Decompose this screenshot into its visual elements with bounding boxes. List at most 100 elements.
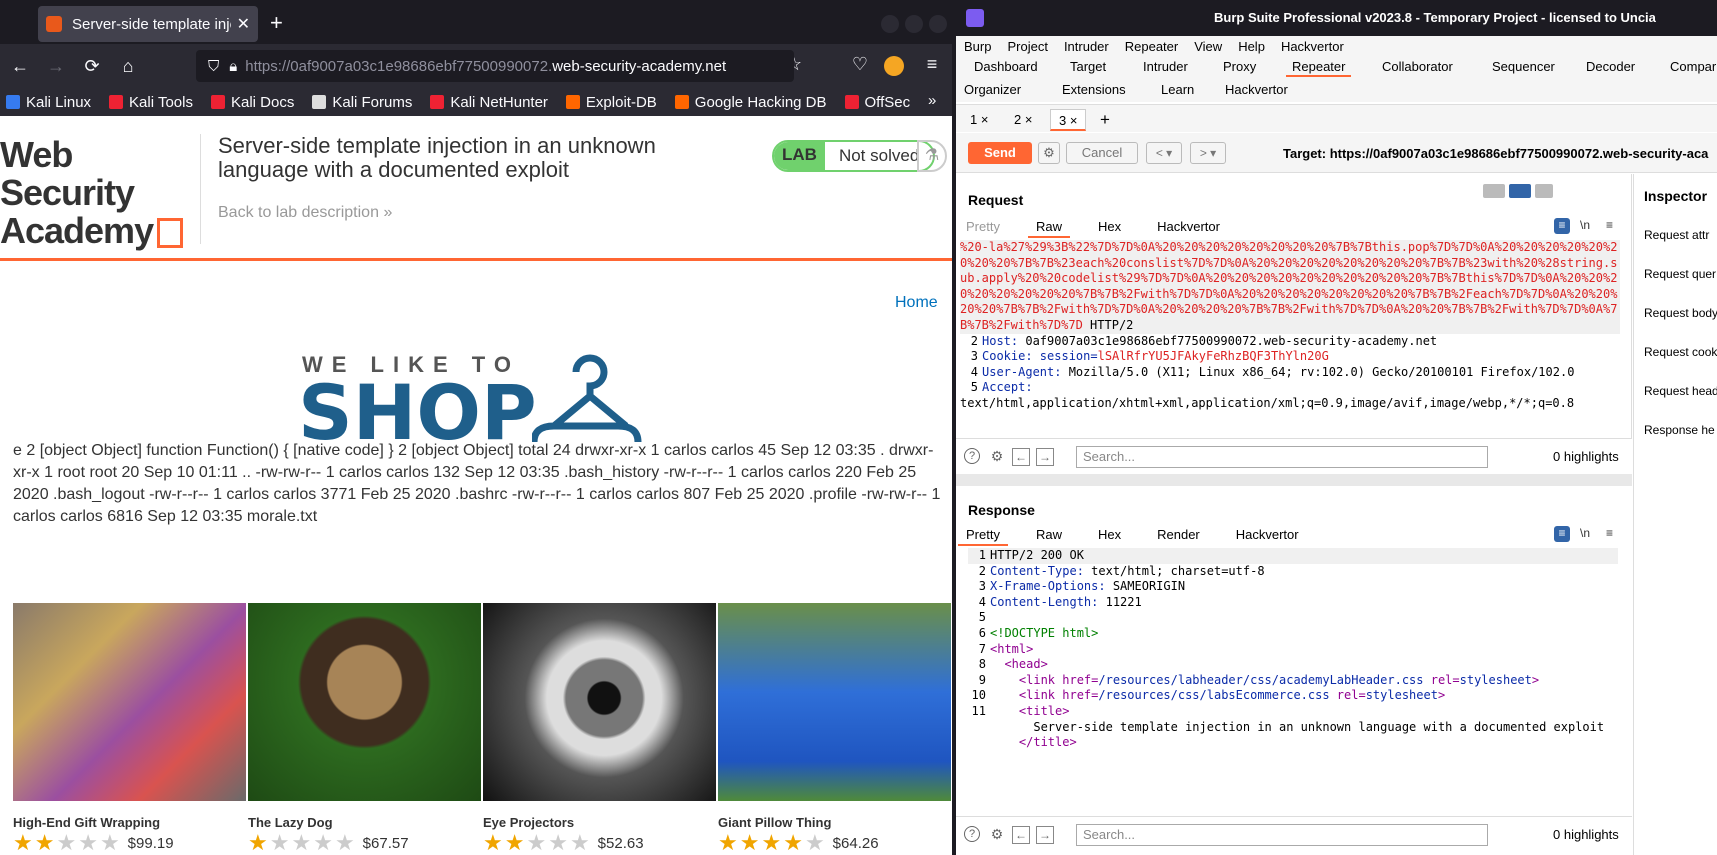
pocket-icon[interactable]: ♡ [842,54,878,75]
resp-tab-pretty[interactable]: Pretty [958,527,1008,546]
product-card[interactable]: The Lazy Dog ★★★★★ $67.57 [248,603,481,854]
history-back-icon[interactable]: < ▾ [1146,142,1182,164]
menu-repeater[interactable]: Repeater [1125,39,1178,54]
previous-match-icon[interactable]: ← [1012,448,1030,466]
product-card[interactable]: Eye Projectors ★★★★★ $52.63 [483,603,716,854]
url-bar[interactable]: ⛉ 🔒︎ https://0af9007a03c1e98686ebf775009… [196,50,794,82]
pane-splitter[interactable] [956,474,1632,486]
menu-project[interactable]: Project [1007,39,1047,54]
web-security-academy-logo[interactable]: Web Security Academy [0,136,200,250]
resp-tab-raw[interactable]: Raw [1036,527,1062,542]
tab-sequencer[interactable]: Sequencer [1486,59,1561,74]
tab-repeater[interactable]: Repeater [1286,59,1352,77]
more-bookmarks-icon[interactable]: » [928,92,936,109]
next-match-icon[interactable]: → [1036,826,1054,844]
home-link[interactable]: Home [895,294,938,312]
tab-hackvertor[interactable]: Hackvertor [1219,82,1294,97]
req-tab-raw[interactable]: Raw [1027,219,1071,238]
menu-burp[interactable]: Burp [964,39,991,54]
inspector-request-attributes[interactable]: Request attr [1644,228,1709,242]
repeater-tab-1[interactable]: 1 × [962,109,996,131]
back-icon[interactable]: ← [2,56,38,77]
bookmark-kali-nethunter[interactable]: Kali NetHunter [430,94,548,111]
req-tab-hex[interactable]: Hex [1098,219,1121,234]
product-image[interactable] [248,603,481,801]
inspector-response-headers[interactable]: Response he [1644,423,1715,437]
menu-intruder[interactable]: Intruder [1064,39,1109,54]
bookmark-kali-forums[interactable]: Kali Forums [312,94,412,111]
previous-match-icon[interactable]: ← [1012,826,1030,844]
tab-learn[interactable]: Learn [1155,82,1200,97]
add-tab-icon[interactable]: + [1092,109,1118,131]
repeater-tab-3[interactable]: 3 × [1050,109,1087,131]
more-options-icon[interactable]: ≡ [1606,218,1613,232]
minimize-icon[interactable] [881,15,899,33]
tab-organizer[interactable]: Organizer [958,82,1027,97]
message-actions-icon[interactable]: ≡ [1554,526,1570,542]
product-card[interactable]: High-End Gift Wrapping ★★★★★ $99.19 [13,603,246,854]
bookmark-kali-docs[interactable]: Kali Docs [210,94,294,111]
resp-tab-render[interactable]: Render [1157,527,1200,542]
next-match-icon[interactable]: → [1036,448,1054,466]
product-image[interactable] [13,603,246,801]
home-icon[interactable]: ⌂ [110,56,146,77]
newline-toggle-icon[interactable]: \n [1580,218,1590,232]
tab-intruder[interactable]: Intruder [1137,59,1194,74]
flask-icon[interactable]: ⚗ [917,140,947,172]
menu-view[interactable]: View [1194,39,1222,54]
close-tab-icon[interactable]: ✕ [237,14,250,34]
tab-comparer[interactable]: Compar [1664,59,1717,74]
menu-hackvertor[interactable]: Hackvertor [1281,39,1344,54]
inspector-request-headers[interactable]: Request head [1644,384,1717,398]
request-search-input[interactable]: Search... [1076,446,1488,468]
close-window-icon[interactable] [929,15,947,33]
tab-extensions[interactable]: Extensions [1056,82,1132,97]
product-image[interactable] [483,603,716,801]
tab-target[interactable]: Target [1064,59,1112,74]
inspector-request-cookies[interactable]: Request cook [1644,345,1717,359]
help-icon[interactable]: ? [964,826,980,842]
browser-tab[interactable]: Server-side template inje ✕ [38,6,258,42]
response-search-input[interactable]: Search... [1076,824,1488,846]
tab-decoder[interactable]: Decoder [1580,59,1641,74]
newline-toggle-icon[interactable]: \n [1580,526,1590,540]
search-settings-gear-icon[interactable]: ⚙ [988,826,1006,844]
bookmark-kali-tools[interactable]: Kali Tools [109,94,193,111]
history-forward-icon[interactable]: > ▾ [1190,142,1226,164]
back-to-lab-description-link[interactable]: Back to lab description » [218,204,392,222]
more-options-icon[interactable]: ≡ [1606,526,1613,540]
resp-tab-hackvertor[interactable]: Hackvertor [1236,527,1299,542]
maximize-icon[interactable] [905,15,923,33]
burp-extension-icon[interactable] [884,56,904,76]
resp-tab-hex[interactable]: Hex [1098,527,1121,542]
product-card[interactable]: Giant Pillow Thing ★★★★★ $64.26 [718,603,952,854]
menu-help[interactable]: Help [1238,39,1265,54]
inspector-request-body[interactable]: Request body [1644,306,1717,320]
layout-toggle-icon[interactable] [1483,184,1553,200]
inspector-request-query[interactable]: Request quer [1644,267,1716,281]
bookmark-kali-linux[interactable]: Kali Linux [6,94,91,111]
search-settings-gear-icon[interactable]: ⚙ [988,448,1006,466]
bookmark-google-hacking-db[interactable]: Google Hacking DB [674,94,827,111]
send-button[interactable]: Send [968,142,1032,164]
request-editor[interactable]: %20-la%27%29%3B%22%7D%7D%0A%20%20%20%20%… [960,240,1620,446]
req-tab-hackvertor[interactable]: Hackvertor [1157,219,1220,234]
reload-icon[interactable]: ⟳ [74,56,110,77]
tab-dashboard[interactable]: Dashboard [968,59,1044,74]
settings-gear-icon[interactable]: ⚙ [1038,142,1060,164]
forward-icon[interactable]: → [38,56,74,77]
message-actions-icon[interactable]: ≡ [1554,218,1570,234]
menu-icon[interactable]: ≡ [914,54,950,75]
help-icon[interactable]: ? [964,448,980,464]
tab-proxy[interactable]: Proxy [1217,59,1262,74]
bookmark-exploit-db[interactable]: Exploit-DB [565,94,657,111]
target-url[interactable]: Target: https://0af9007a03c1e98686ebf775… [1283,146,1708,161]
new-tab-icon[interactable]: + [270,10,283,36]
req-tab-pretty[interactable]: Pretty [966,219,1000,234]
cancel-button[interactable]: Cancel [1066,142,1138,164]
repeater-tab-2[interactable]: 2 × [1006,109,1040,131]
product-image[interactable] [718,603,951,801]
bookmark-offsec[interactable]: OffSec [844,94,910,111]
tab-collaborator[interactable]: Collaborator [1376,59,1459,74]
response-viewer[interactable]: 1 HTTP/2 200 OK 2 Content-Type: text/html; … [968,548,1618,806]
